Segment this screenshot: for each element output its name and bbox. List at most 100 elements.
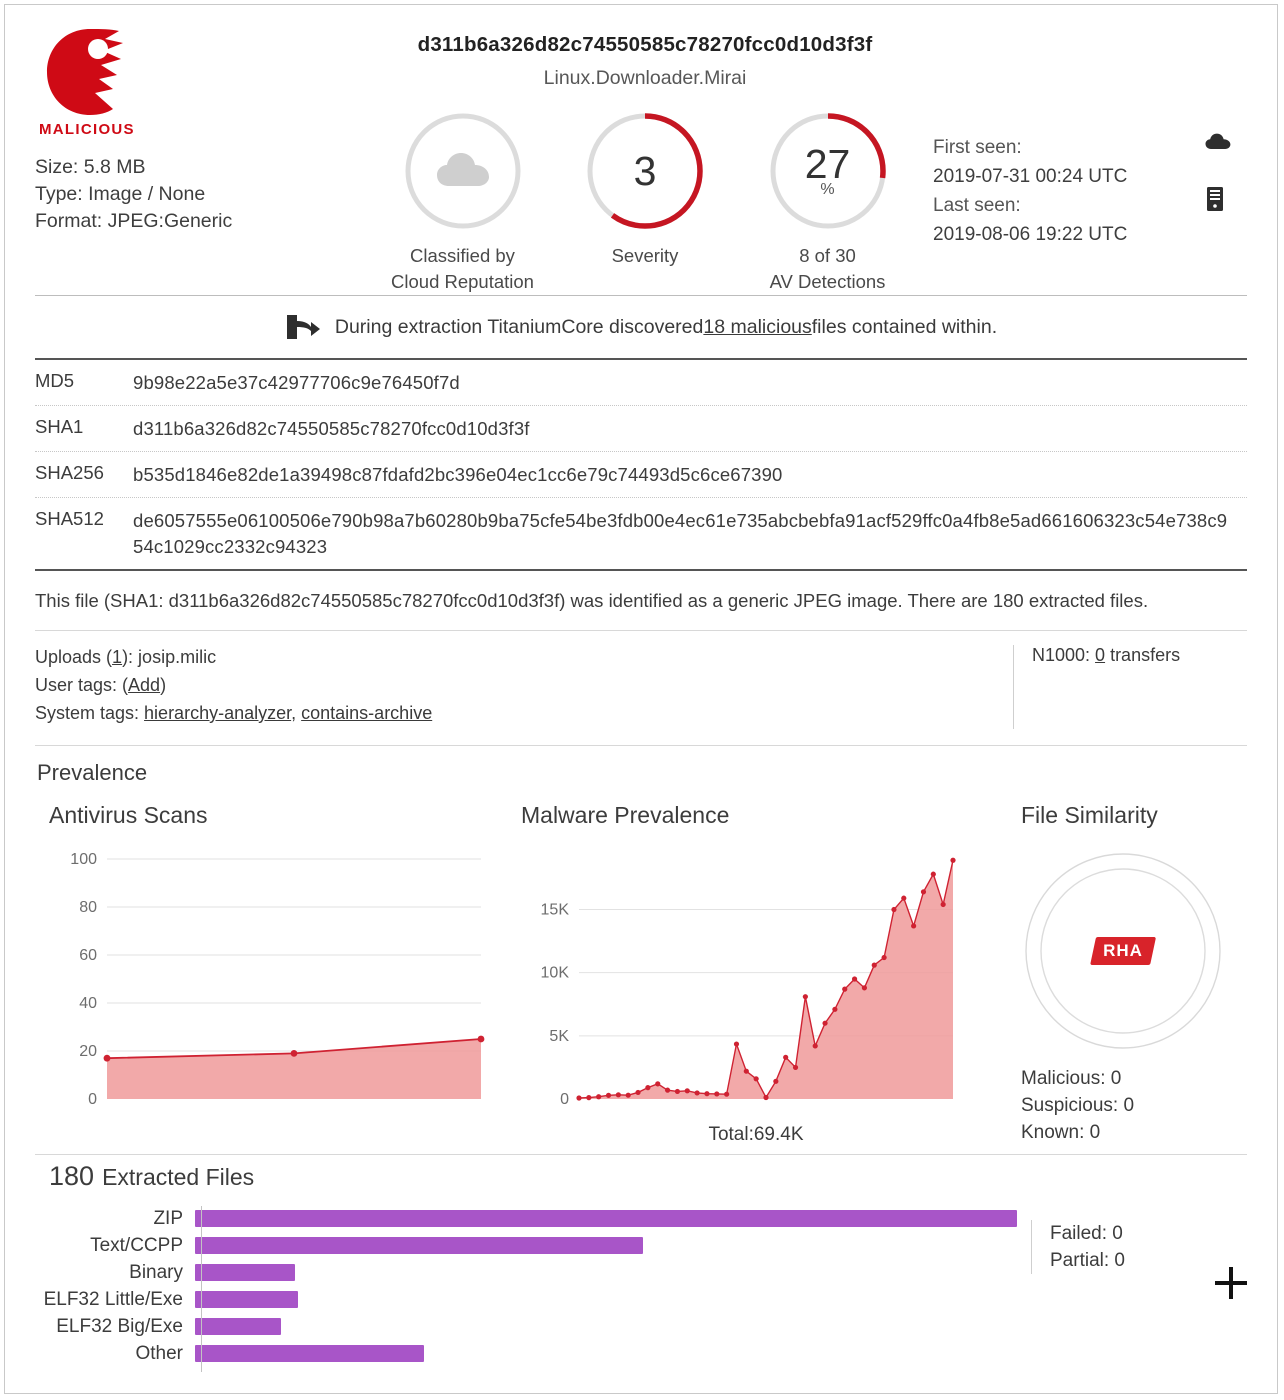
extracted-files-heading: 180 Extracted Files [49,1161,1277,1192]
svg-text:15K: 15K [541,902,570,919]
extraction-notice: During extraction TitaniumCore discovere… [5,296,1277,358]
n1000-suffix: transfers [1105,645,1181,665]
gauge-ring-classification [402,110,524,232]
cursor-crosshair-icon [1211,1263,1251,1303]
hash-value: de6057555e06100506e790b98a7b60280b9ba75c… [133,510,1228,557]
extract-files-icon [285,312,321,342]
gauge-caption-av: 8 of 30 AV Detections [740,243,915,295]
gauge-caption-line1: Classified by [410,245,515,266]
partial-count: Partial: 0 [1050,1250,1125,1271]
bar-row: ELF32 Big/Exe [5,1314,1277,1340]
user-tags-label: User tags: ( [35,675,129,695]
seen-dates-block: First seen: 2019-07-31 00:24 UTC Last se… [933,133,1127,249]
table-row: SHA1 d311b6a326d82c74550585c78270fcc0d10… [35,406,1247,452]
chart-title: File Similarity [1021,802,1158,828]
n1000-transfers: N1000: 0 transfers [1013,645,1247,729]
gauge-caption-classification: Classified by Cloud Reputation [375,243,550,295]
uploads-count-link[interactable]: 1 [112,647,122,667]
svg-text:10K: 10K [541,965,570,982]
system-tags-line: System tags: hierarchy-analyzer, contain… [35,701,1013,726]
hash-label: SHA256 [35,462,104,483]
similarity-rings: RHA [1023,851,1223,1051]
title-wrap: d311b6a326d82c74550585c78270fcc0d10d3f3f… [335,33,955,90]
similarity-suspicious: Suspicious: 0 [1021,1095,1135,1116]
gauge-row: Classified by Cloud Reputation 3 Severit [375,110,915,295]
user-tags-line: User tags: (Add) [35,673,1013,698]
svg-text:80: 80 [79,899,97,916]
chart-title: Malware Prevalence [521,802,730,828]
first-seen-value: 2019-07-31 00:24 UTC [933,166,1128,187]
hash-value: b535d1846e82de1a39498c87fdafd2bc396e04ec… [133,464,783,485]
tag-separator: , [291,703,302,723]
cloud-icon [402,110,524,232]
bar-chart-axis [201,1206,202,1372]
file-type: Type: Image / None [35,183,206,205]
malicious-files-link[interactable]: 18 malicious [703,316,811,339]
bar-fill[interactable] [195,1237,643,1254]
hash-table: MD5 9b98e22a5e37c42977706c9e76450f7d SHA… [35,360,1247,569]
charts-row: Antivirus Scans 0 20 40 60 80 100 Malware Pre… [5,794,1277,1154]
bar-label: Other [135,1343,183,1364]
system-tag-contains-archive[interactable]: contains-archive [301,703,432,723]
divider-above-prevalence [35,745,1247,746]
gauge-classification: Classified by Cloud Reputation [375,110,550,295]
gauge-caption-line2: AV Detections [769,271,886,292]
bar-label: Binary [129,1262,183,1283]
gauge-severity: 3 Severity [558,110,733,295]
verdict-label: MALICIOUS [39,121,135,138]
extracted-word: Extracted Files [102,1164,255,1190]
bar-fill[interactable] [195,1264,296,1281]
divider-above-extracted [35,1154,1247,1155]
file-similarity-block: File Similarity RHA Malicious: 0 Suspici… [1021,802,1261,1146]
system-tag-hierarchy-analyzer[interactable]: hierarchy-analyzer [144,703,291,723]
gauge-caption-line2: Cloud Reputation [391,271,534,292]
page-title: d311b6a326d82c74550585c78270fcc0d10d3f3f [417,33,873,56]
malicious-logo-icon [43,27,127,117]
hash-value: d311b6a326d82c74550585c78270fcc0d10d3f3f [133,418,530,439]
cloud-source-icon [1205,133,1231,156]
system-tags-label: System tags: [35,703,145,723]
bar-row: ELF32 Little/Exe [5,1287,1277,1313]
n1000-count-link[interactable]: 0 [1095,645,1105,665]
antivirus-scans-chart: Antivirus Scans 0 20 40 60 80 100 [49,802,489,1122]
svg-text:0: 0 [88,1091,97,1108]
bar-label: Text/CCPP [90,1235,183,1256]
failed-count: Failed: 0 [1050,1223,1123,1244]
report-page: MALICIOUS Size: 5.8 MB Type: Image / Non… [4,4,1278,1394]
svg-text:5K: 5K [549,1028,569,1045]
table-row: SHA256 b535d1846e82de1a39498c87fdafd2bc3… [35,452,1247,498]
prevalence-total-label: Total:69.4K [708,1124,804,1145]
file-format: Format: JPEG:Generic [35,210,233,232]
file-meta-list: Size: 5.8 MB Type: Image / None Format: … [35,154,335,235]
threat-name: Linux.Downloader.Mirai [543,67,747,89]
last-seen-value: 2019-08-06 19:22 UTC [933,224,1128,245]
chart-canvas: 0 5K 10K 15K [521,847,961,1122]
av-percent-value: 27 [804,141,851,187]
add-tag-link[interactable]: Add [128,675,160,695]
table-row: SHA512 de6057555e06100506e790b98a7b60280… [35,498,1247,569]
bar-fill[interactable] [195,1210,1017,1227]
bar-track [195,1314,1277,1340]
extracted-files-section: 180 Extracted Files ZIP Text/CCPP Binary ELF… [5,1161,1277,1372]
server-source-icon [1205,186,1231,217]
severity-value: 3 [633,148,657,194]
gauge-ring-av-detections: 27 % [767,110,889,232]
extracted-count: 180 [49,1161,95,1191]
table-row: MD5 9b98e22a5e37c42977706c9e76450f7d [35,360,1247,406]
gauge-caption-line1: 8 of 30 [799,245,856,266]
svg-text:0: 0 [560,1091,569,1108]
first-seen-label: First seen: [933,137,1022,158]
similarity-stats: Malicious: 0 Suspicious: 0 Known: 0 [1021,1065,1261,1146]
bar-fill[interactable] [195,1345,424,1362]
svg-text:40: 40 [79,995,97,1012]
bar-fill[interactable] [195,1318,282,1335]
extraction-text-suffix: files contained within. [811,315,998,338]
hash-label: SHA1 [35,416,84,437]
hash-label: MD5 [35,370,75,391]
extraction-status-box: Failed: 0 Partial: 0 [1031,1220,1125,1274]
similarity-malicious: Malicious: 0 [1021,1068,1122,1089]
verdict-block: MALICIOUS Size: 5.8 MB Type: Image / Non… [35,27,335,235]
bar-fill[interactable] [195,1291,298,1308]
svg-text:100: 100 [70,851,97,868]
gauge-center-severity: 3 [584,110,706,232]
